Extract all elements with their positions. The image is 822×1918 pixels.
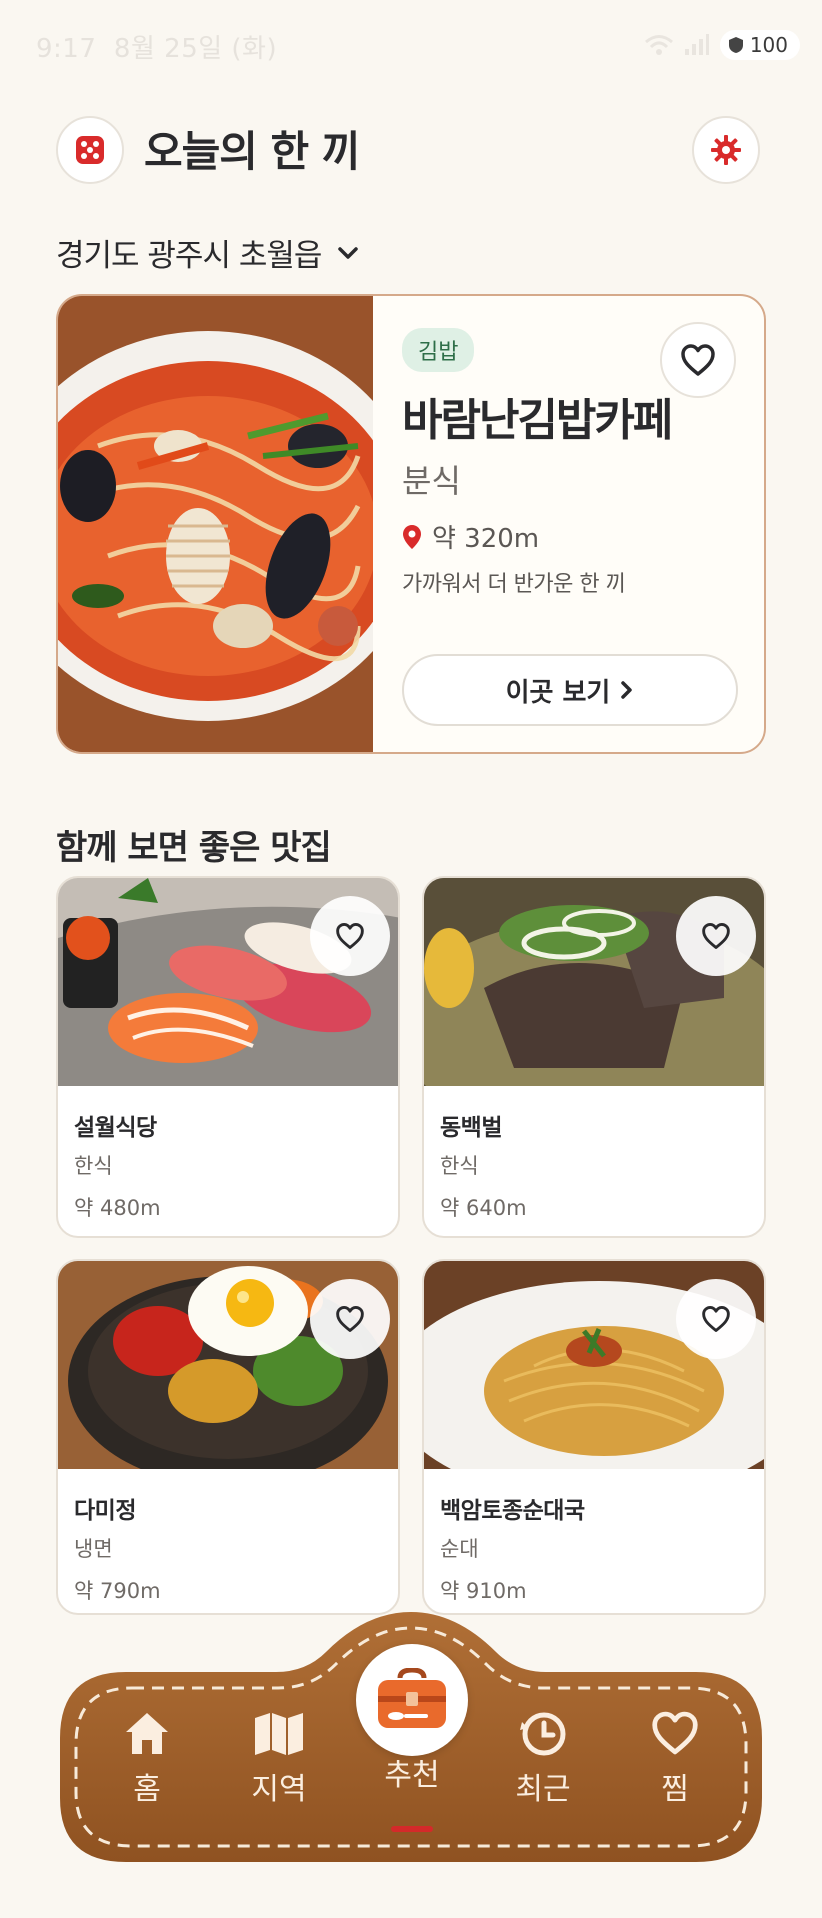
- card-category: 한식: [74, 1154, 113, 1178]
- settings-button[interactable]: [692, 116, 760, 184]
- heart-icon: [336, 923, 364, 949]
- nav-favorites[interactable]: 찜: [620, 1710, 730, 1808]
- card-name: 백암토종순대국: [440, 1498, 585, 1524]
- card-distance: 약 910m: [440, 1579, 527, 1603]
- card-category: 순대: [440, 1537, 479, 1561]
- favorite-button[interactable]: [676, 896, 756, 976]
- signal-icon: [684, 34, 709, 55]
- nav-favorites-label: 찜: [661, 1772, 689, 1807]
- card-distance: 약 640m: [440, 1196, 527, 1220]
- distance-text: 약 320m: [432, 524, 540, 554]
- card-distance: 약 790m: [74, 1579, 161, 1603]
- shield-icon: [728, 37, 743, 53]
- nav-home[interactable]: 홈: [92, 1710, 202, 1808]
- page-title: 오늘의 한 끼: [144, 127, 360, 176]
- heart-icon: [336, 1306, 364, 1332]
- battery-indicator: 100: [719, 30, 800, 60]
- status-bar: 9:17 8월 25일 (화) 100: [0, 0, 822, 90]
- status-date-text: 8월 25일 (화): [113, 34, 278, 64]
- restaurant-card[interactable]: 다미정 냉면 약 790m: [56, 1259, 400, 1615]
- card-name: 설월식당: [74, 1115, 157, 1141]
- card-name: 다미정: [74, 1498, 136, 1524]
- nav-home-label: 홈: [133, 1772, 161, 1807]
- hero-restaurant-card[interactable]: 김밥 바람난김밥카페 분식 약 320m 가까워서 더 반가운 한 끼 이곳 보…: [56, 294, 766, 754]
- clock-icon: [520, 1712, 566, 1756]
- wifi-icon: [644, 35, 673, 55]
- hero-food-image: [58, 296, 373, 752]
- restaurant-card[interactable]: 설월식당 한식 약 480m: [56, 876, 400, 1238]
- gear-icon: [711, 135, 741, 165]
- nav-recommend[interactable]: 추천: [357, 1750, 467, 1794]
- chevron-down-icon: [338, 246, 359, 259]
- location-selector[interactable]: 경기도 광주시 초월읍: [56, 230, 359, 275]
- nav-recommend-label: 추천: [384, 1758, 440, 1793]
- location-pin-icon: [403, 524, 421, 549]
- card-category: 한식: [440, 1154, 479, 1178]
- restaurant-description: 가까워서 더 반가운 한 끼: [402, 572, 626, 597]
- chevron-right-icon: [621, 681, 633, 699]
- card-distance: 약 480m: [74, 1196, 161, 1220]
- random-pick-button[interactable]: [56, 116, 124, 184]
- location-label: 경기도 광주시 초월읍: [56, 238, 322, 274]
- favorite-button[interactable]: [660, 322, 736, 398]
- favorite-button[interactable]: [310, 896, 390, 976]
- section-title: 함께 보면 좋은 맛집: [56, 828, 332, 868]
- nav-recent-label: 최근: [515, 1772, 571, 1807]
- heart-icon: [702, 923, 730, 949]
- status-time-text: 9:17: [36, 34, 97, 64]
- restaurant-card[interactable]: 백암토종순대국 순대 약 910m: [422, 1259, 766, 1615]
- status-time: 9:17 8월 25일 (화): [36, 28, 277, 65]
- restaurant-category: 분식: [402, 462, 461, 500]
- heart-icon: [681, 344, 715, 376]
- restaurant-card[interactable]: 동백벌 한식 약 640m: [422, 876, 766, 1238]
- heart-icon: [702, 1306, 730, 1332]
- restaurant-distance: 약 320m: [402, 518, 539, 555]
- map-icon: [255, 1713, 303, 1755]
- nav-region-label: 지역: [251, 1772, 307, 1807]
- favorite-button[interactable]: [676, 1279, 756, 1359]
- restaurant-name: 바람난김밥카페: [402, 395, 673, 446]
- status-icons-right: 100: [644, 30, 800, 60]
- battery-level: 100: [749, 33, 788, 57]
- dice-icon: [76, 136, 104, 164]
- view-place-button[interactable]: 이곳 보기: [402, 654, 738, 726]
- heart-icon: [652, 1711, 698, 1755]
- lunchbox-icon: [378, 1668, 446, 1728]
- card-name: 동백벌: [440, 1115, 502, 1141]
- nav-recent[interactable]: 최근: [488, 1710, 598, 1808]
- card-category: 냉면: [74, 1537, 113, 1561]
- nav-recommend-button[interactable]: [356, 1644, 468, 1756]
- category-tag: 김밥: [402, 328, 475, 372]
- home-icon: [126, 1713, 168, 1754]
- nav-active-indicator: [391, 1826, 433, 1832]
- nav-region[interactable]: 지역: [224, 1710, 334, 1808]
- view-place-label: 이곳 보기: [505, 677, 611, 708]
- favorite-button[interactable]: [310, 1279, 390, 1359]
